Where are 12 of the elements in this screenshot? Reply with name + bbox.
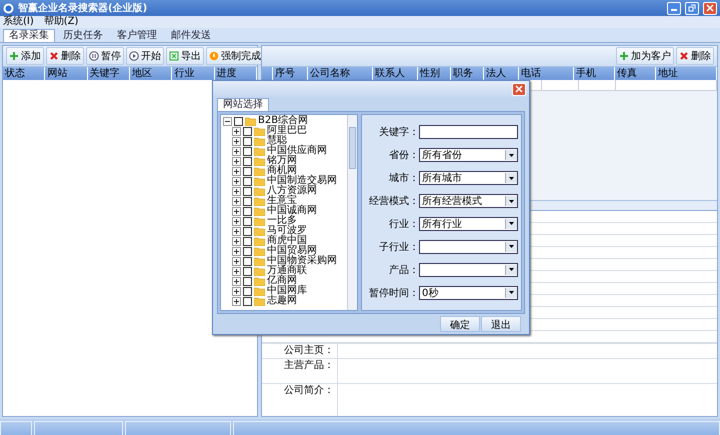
field-label: 关键字：	[378, 126, 419, 140]
field-label: 公司主页：	[262, 344, 338, 358]
field-label: 主营产品：	[262, 359, 338, 383]
field-label: 经营模式：	[368, 194, 419, 208]
field-label: 公司简介：	[262, 384, 338, 416]
field-label: 子行业：	[378, 240, 419, 254]
window-title: 智赢企业名录搜索器(企业版)	[18, 2, 148, 15]
field-label: 省份：	[388, 148, 419, 162]
field-label: 暂停时间：	[368, 286, 419, 300]
field-label: 城市：	[388, 172, 419, 186]
field-label: 产品：	[388, 264, 419, 277]
field-label: 行业：	[388, 218, 419, 231]
